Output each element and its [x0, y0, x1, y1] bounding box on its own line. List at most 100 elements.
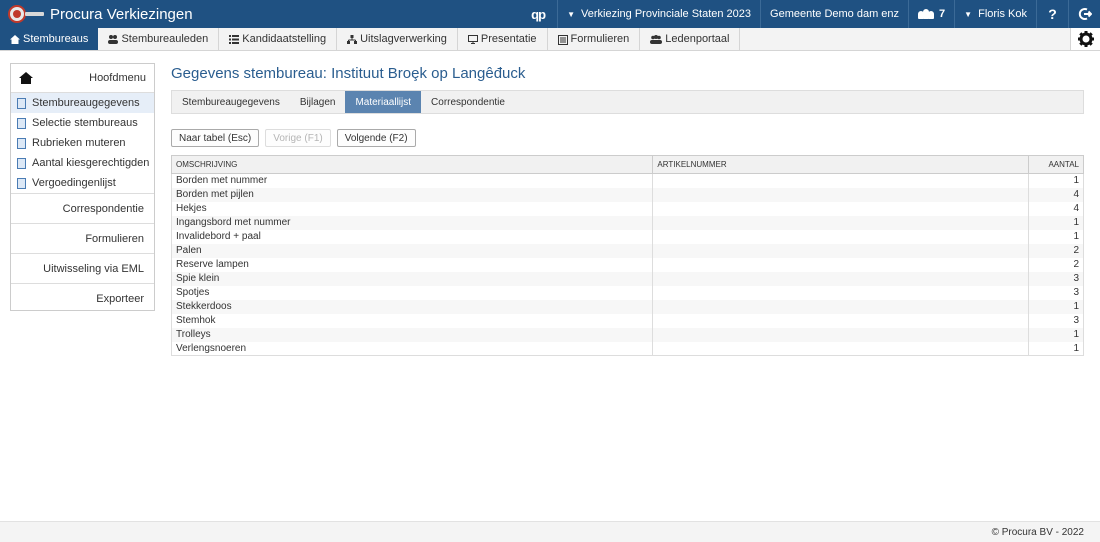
table-row[interactable]: Palen 2	[170, 243, 1084, 258]
table-row[interactable]: Stekkerdoos 1	[170, 299, 1084, 314]
sidebar-item-vergoedingenlijst[interactable]: Vergoedingenlijst	[11, 173, 154, 193]
table-row[interactable]: Borden met nummer 1	[170, 173, 1084, 188]
cell-omschrijving: Spie klein	[170, 271, 654, 286]
sidebar-item-aantal-kiesgerechtigden[interactable]: Aantal kiesgerechtigden	[11, 153, 154, 173]
cell-artikelnummer	[652, 229, 1029, 244]
table-row[interactable]: Verlengsnoeren 1	[170, 341, 1084, 356]
users-count: 7	[939, 8, 946, 20]
cell-artikelnummer	[652, 215, 1029, 230]
caret-down-icon: ▼	[964, 9, 973, 19]
next-button[interactable]: Volgende (F2)	[336, 129, 416, 147]
cell-aantal: 3	[1028, 271, 1084, 286]
nav-ledenportaal[interactable]: Ledenportaal	[640, 28, 741, 50]
sidebar-item-stembureaugegevens[interactable]: Stembureaugegevens	[11, 93, 154, 113]
cell-aantal: 2	[1028, 257, 1084, 272]
cell-omschrijving: Stekkerdoos	[170, 299, 654, 314]
back-to-table-button[interactable]: Naar tabel (Esc)	[171, 129, 260, 147]
table-row[interactable]: Trolleys 1	[170, 327, 1084, 342]
qp-icon[interactable]: qp	[519, 0, 557, 28]
election-dropdown[interactable]: ▼ Verkiezing Provinciale Staten 2023	[557, 0, 760, 28]
copyright-text: © Procura BV - 2022	[991, 527, 1084, 538]
document-icon	[17, 137, 26, 149]
sidebar-item-label: Stembureaugegevens	[32, 97, 140, 109]
cell-artikelnummer	[652, 299, 1029, 314]
table-row[interactable]: Invalidebord + paal 1	[170, 229, 1084, 244]
cell-aantal: 2	[1028, 243, 1084, 258]
home-icon	[19, 72, 33, 84]
cell-aantal: 4	[1028, 187, 1084, 202]
settings-button[interactable]	[1070, 28, 1100, 50]
help-icon: ?	[1048, 6, 1057, 22]
nav-kandidaatstelling[interactable]: Kandidaatstelling	[219, 28, 338, 50]
document-icon	[17, 157, 26, 169]
cell-artikelnummer	[652, 327, 1029, 342]
document-icon	[17, 97, 26, 109]
tab-bijlagen[interactable]: Bijlagen	[290, 91, 346, 113]
logout-button[interactable]	[1068, 0, 1100, 28]
home-icon	[10, 34, 20, 44]
cell-omschrijving: Invalidebord + paal	[170, 229, 654, 244]
help-button[interactable]: ?	[1036, 0, 1068, 28]
table-row[interactable]: Reserve lampen 2	[170, 257, 1084, 272]
document-icon	[17, 177, 26, 189]
sidebar-section-formulieren[interactable]: Formulieren	[11, 224, 154, 254]
nav-label: Kandidaatstelling	[242, 33, 327, 45]
sidebar-links: Stembureaugegevens Selectie stembureaus …	[11, 93, 154, 194]
tab-stembureaugegevens[interactable]: Stembureaugegevens	[172, 91, 290, 113]
table-row[interactable]: Spotjes 3	[170, 285, 1084, 300]
list-icon	[229, 34, 240, 44]
municipality-button[interactable]: Gemeente Demo dam enz	[760, 0, 908, 28]
nav-formulieren[interactable]: Formulieren	[548, 28, 641, 50]
table-row[interactable]: Stemhok 3	[170, 313, 1084, 328]
sidebar-item-rubrieken-muteren[interactable]: Rubrieken muteren	[11, 133, 154, 153]
footer: © Procura BV - 2022	[0, 521, 1100, 542]
table-row[interactable]: Borden met pijlen 4	[170, 187, 1084, 202]
logout-arrow-icon	[1078, 8, 1092, 20]
group-icon	[650, 34, 663, 44]
users-button[interactable]: 7	[908, 0, 954, 28]
cell-artikelnummer	[652, 271, 1029, 286]
sidebar-item-selectie-stembureaus[interactable]: Selectie stembureaus	[11, 113, 154, 133]
cell-aantal: 1	[1028, 173, 1084, 188]
users-icon	[918, 9, 935, 19]
previous-button: Vorige (F1)	[265, 129, 331, 147]
user-name: Floris Kok	[978, 8, 1027, 20]
nav-stembureauleden[interactable]: Stembureauleden	[98, 28, 220, 50]
nav-label: Stembureaus	[23, 33, 89, 45]
table-body: Borden met nummer 1 Borden met pijlen 4 Hekj…	[170, 173, 1084, 356]
app-logo[interactable]: Procura Verkiezingen	[0, 0, 519, 28]
nav-presentatie[interactable]: Presentatie	[458, 28, 548, 50]
cell-artikelnummer	[652, 201, 1029, 216]
tab-correspondentie[interactable]: Correspondentie	[421, 91, 515, 113]
table-row[interactable]: Spie klein 3	[170, 271, 1084, 286]
table-row[interactable]: Ingangsbord met nummer 1	[170, 215, 1084, 230]
page-title: Gegevens stembureau: Instituut Broȩk op …	[171, 65, 526, 82]
cell-artikelnummer	[652, 187, 1029, 202]
nav-uitslagverwerking[interactable]: Uitslagverwerking	[337, 28, 458, 50]
sidebar-item-label: Aantal kiesgerechtigden	[32, 157, 150, 169]
sidebar-home-label: Hoofdmenu	[89, 72, 146, 84]
cell-aantal: 1	[1028, 341, 1084, 356]
cell-artikelnummer	[652, 257, 1029, 272]
tab-bar: Stembureaugegevens Bijlagen Materiaallij…	[171, 90, 1084, 114]
sidebar-section-uitwisseling-eml[interactable]: Uitwisseling via EML	[11, 254, 154, 284]
table-row[interactable]: Hekjes 4	[170, 201, 1084, 216]
column-header-omschrijving[interactable]: OMSCHRIJVING	[170, 155, 654, 174]
sidebar-home[interactable]: Hoofdmenu	[11, 64, 154, 93]
cell-aantal: 4	[1028, 201, 1084, 216]
sidebar-item-label: Rubrieken muteren	[32, 137, 126, 149]
top-bar: Procura Verkiezingen qp ▼ Verkiezing Pro…	[0, 0, 1100, 28]
cell-aantal: 3	[1028, 313, 1084, 328]
user-dropdown[interactable]: ▼ Floris Kok	[954, 0, 1036, 28]
column-header-artikelnummer[interactable]: ARTIKELNUMMER	[652, 155, 1029, 174]
sidebar-section-correspondentie[interactable]: Correspondentie	[11, 194, 154, 224]
tab-materiaallijst[interactable]: Materiaallijst	[345, 91, 422, 113]
column-header-aantal[interactable]: AANTAL	[1028, 155, 1084, 174]
sidebar-item-label: Vergoedingenlijst	[32, 177, 116, 189]
cell-omschrijving: Palen	[170, 243, 654, 258]
cell-aantal: 1	[1028, 215, 1084, 230]
cell-omschrijving: Trolleys	[170, 327, 654, 342]
action-buttons: Naar tabel (Esc) Vorige (F1) Volgende (F…	[171, 129, 416, 147]
nav-stembureaus[interactable]: Stembureaus	[0, 28, 99, 50]
sidebar-section-exporteer[interactable]: Exporteer	[11, 284, 154, 314]
